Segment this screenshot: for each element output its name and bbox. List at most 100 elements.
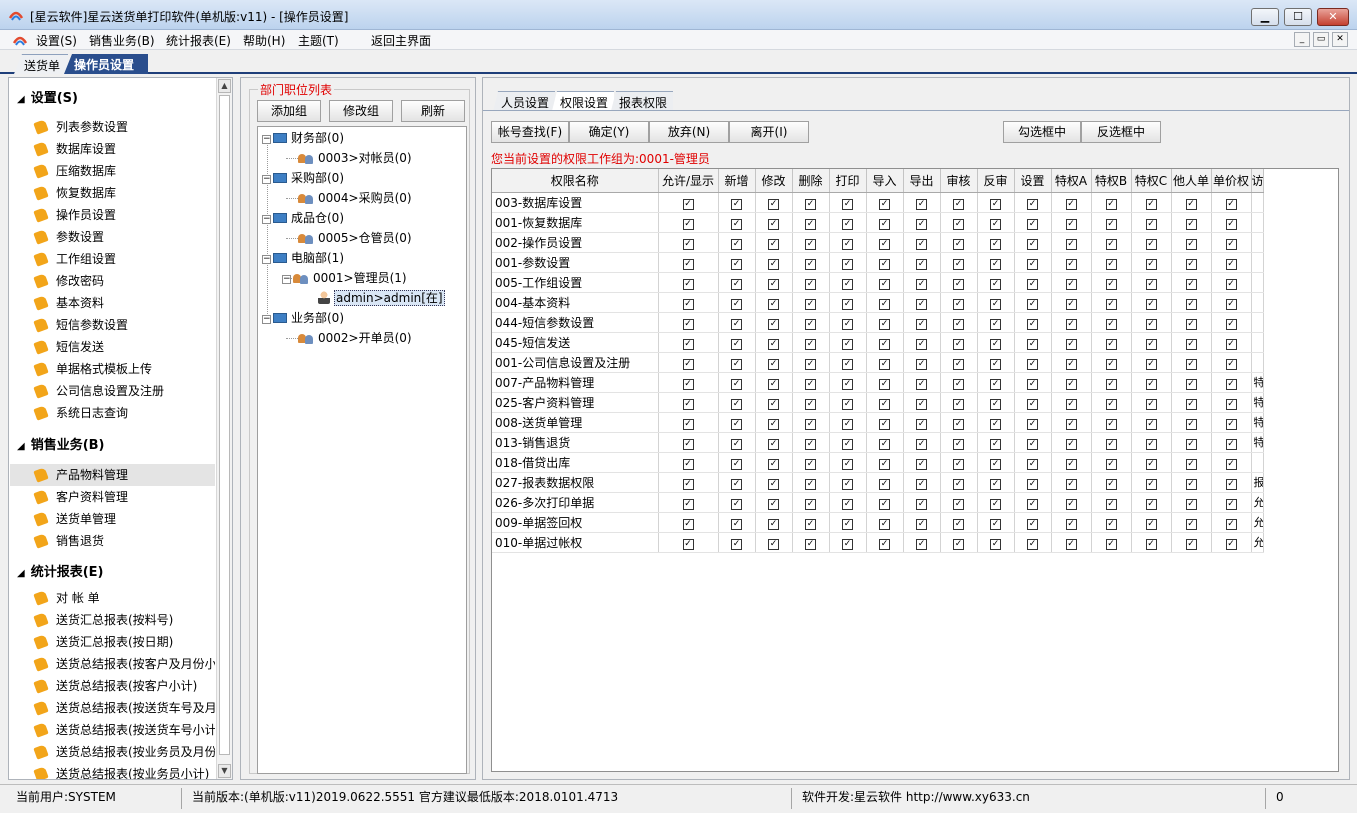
permission-checkbox[interactable]: ✓: [731, 478, 742, 490]
column-header[interactable]: 删除: [792, 169, 830, 193]
permission-checkbox[interactable]: ✓: [1225, 478, 1237, 490]
permission-checkbox[interactable]: ✓: [1065, 238, 1077, 250]
permission-checkbox[interactable]: ✓: [990, 298, 1001, 310]
expand-toggle-icon[interactable]: −: [282, 275, 291, 284]
permission-checkbox[interactable]: ✓: [953, 398, 964, 410]
permission-checkbox[interactable]: ✓: [1145, 278, 1157, 290]
permission-checkbox[interactable]: ✓: [682, 498, 694, 510]
permission-checkbox[interactable]: ✓: [1225, 298, 1237, 310]
permission-checkbox[interactable]: ✓: [916, 538, 927, 550]
permission-checkbox[interactable]: ✓: [1145, 258, 1157, 270]
permission-checkbox[interactable]: ✓: [916, 458, 927, 470]
permission-checkbox[interactable]: ✓: [916, 518, 927, 530]
permission-checkbox[interactable]: ✓: [879, 518, 890, 530]
nav-item[interactable]: 送货总结报表(按客户及月份小: [10, 653, 215, 675]
column-header[interactable]: 导入: [866, 169, 904, 193]
permission-checkbox[interactable]: ✓: [1105, 218, 1117, 230]
permission-checkbox[interactable]: ✓: [1065, 498, 1077, 510]
permission-checkbox[interactable]: ✓: [731, 358, 742, 370]
permission-checkbox[interactable]: ✓: [1065, 538, 1077, 550]
column-header[interactable]: 他人单: [1171, 169, 1212, 193]
nav-item[interactable]: 工作组设置: [10, 248, 215, 270]
permission-checkbox[interactable]: ✓: [731, 198, 742, 210]
permission-checkbox[interactable]: ✓: [953, 218, 964, 230]
permission-checkbox[interactable]: ✓: [879, 338, 890, 350]
permission-checkbox[interactable]: ✓: [731, 258, 742, 270]
permission-checkbox[interactable]: ✓: [953, 298, 964, 310]
permission-checkbox[interactable]: ✓: [805, 458, 816, 470]
permission-checkbox[interactable]: ✓: [768, 278, 779, 290]
permission-checkbox[interactable]: ✓: [879, 418, 890, 430]
expand-toggle-icon[interactable]: −: [262, 315, 271, 324]
scroll-down-arrow[interactable]: ▼: [218, 764, 231, 778]
permission-checkbox[interactable]: ✓: [842, 538, 853, 550]
permission-checkbox[interactable]: ✓: [1145, 218, 1157, 230]
permission-checkbox[interactable]: ✓: [842, 238, 853, 250]
permission-checkbox[interactable]: ✓: [768, 358, 779, 370]
permission-checkbox[interactable]: ✓: [842, 218, 853, 230]
permission-checkbox[interactable]: ✓: [842, 398, 853, 410]
close-button[interactable]: ✕: [1317, 8, 1349, 26]
permission-checkbox[interactable]: ✓: [1185, 418, 1197, 430]
permission-checkbox[interactable]: ✓: [842, 318, 853, 330]
add-group-button[interactable]: 添加组: [257, 100, 321, 122]
menu-return-main[interactable]: 返回主界面: [371, 32, 431, 49]
permission-checkbox[interactable]: ✓: [1027, 218, 1038, 230]
tab-user-settings[interactable]: 人员设置: [493, 91, 555, 111]
check-selected-button[interactable]: 勾选框中: [1003, 121, 1081, 143]
permission-checkbox[interactable]: ✓: [916, 478, 927, 490]
permission-checkbox[interactable]: ✓: [916, 418, 927, 430]
permission-checkbox[interactable]: ✓: [1185, 338, 1197, 350]
permission-checkbox[interactable]: ✓: [990, 458, 1001, 470]
permission-checkbox[interactable]: ✓: [768, 538, 779, 550]
permission-checkbox[interactable]: ✓: [842, 378, 853, 390]
permission-checkbox[interactable]: ✓: [1065, 318, 1077, 330]
permission-checkbox[interactable]: ✓: [1225, 258, 1237, 270]
permission-checkbox[interactable]: ✓: [842, 338, 853, 350]
permission-checkbox[interactable]: ✓: [879, 398, 890, 410]
permission-checkbox[interactable]: ✓: [1225, 338, 1237, 350]
permission-checkbox[interactable]: ✓: [1027, 538, 1038, 550]
permission-checkbox[interactable]: ✓: [731, 318, 742, 330]
permission-checkbox[interactable]: ✓: [990, 318, 1001, 330]
permission-checkbox[interactable]: ✓: [1027, 438, 1038, 450]
column-header[interactable]: 导出: [903, 169, 941, 193]
permission-checkbox[interactable]: ✓: [879, 318, 890, 330]
nav-item[interactable]: 客户资料管理: [10, 486, 215, 508]
column-header[interactable]: 反审: [977, 169, 1015, 193]
permission-checkbox[interactable]: ✓: [953, 478, 964, 490]
column-header[interactable]: 特权B: [1091, 169, 1132, 193]
nav-item[interactable]: 操作员设置: [10, 204, 215, 226]
nav-item[interactable]: 送货总结报表(按业务员及月份: [10, 741, 215, 763]
permission-checkbox[interactable]: ✓: [682, 318, 694, 330]
permission-checkbox[interactable]: ✓: [1185, 298, 1197, 310]
permission-checkbox[interactable]: ✓: [682, 358, 694, 370]
leave-button[interactable]: 离开(I): [729, 121, 809, 143]
permission-checkbox[interactable]: ✓: [953, 258, 964, 270]
permission-checkbox[interactable]: ✓: [1145, 478, 1157, 490]
permission-checkbox[interactable]: ✓: [842, 258, 853, 270]
permission-checkbox[interactable]: ✓: [1105, 438, 1117, 450]
permission-checkbox[interactable]: ✓: [1105, 318, 1117, 330]
tree-role-node[interactable]: − 0001>管理员(1): [282, 270, 407, 286]
permission-checkbox[interactable]: ✓: [953, 418, 964, 430]
nav-item[interactable]: 列表参数设置: [10, 116, 215, 138]
tree-dept-node[interactable]: − 采购部(0): [262, 170, 344, 186]
permission-checkbox[interactable]: ✓: [842, 358, 853, 370]
permission-checkbox[interactable]: ✓: [1105, 418, 1117, 430]
permission-checkbox[interactable]: ✓: [731, 438, 742, 450]
permission-checkbox[interactable]: ✓: [1065, 258, 1077, 270]
permission-checkbox[interactable]: ✓: [953, 518, 964, 530]
permission-checkbox[interactable]: ✓: [1065, 338, 1077, 350]
permission-checkbox[interactable]: ✓: [1145, 358, 1157, 370]
permission-checkbox[interactable]: ✓: [879, 198, 890, 210]
permission-checkbox[interactable]: ✓: [953, 438, 964, 450]
permission-checkbox[interactable]: ✓: [916, 338, 927, 350]
permission-checkbox[interactable]: ✓: [1185, 438, 1197, 450]
permission-checkbox[interactable]: ✓: [1105, 458, 1117, 470]
nav-item[interactable]: 对 帐 单: [10, 587, 215, 609]
scroll-up-arrow[interactable]: ▲: [218, 79, 231, 93]
permission-checkbox[interactable]: ✓: [1225, 398, 1237, 410]
section-collapse-icon[interactable]: ◢: [17, 94, 25, 105]
permission-checkbox[interactable]: ✓: [682, 298, 694, 310]
